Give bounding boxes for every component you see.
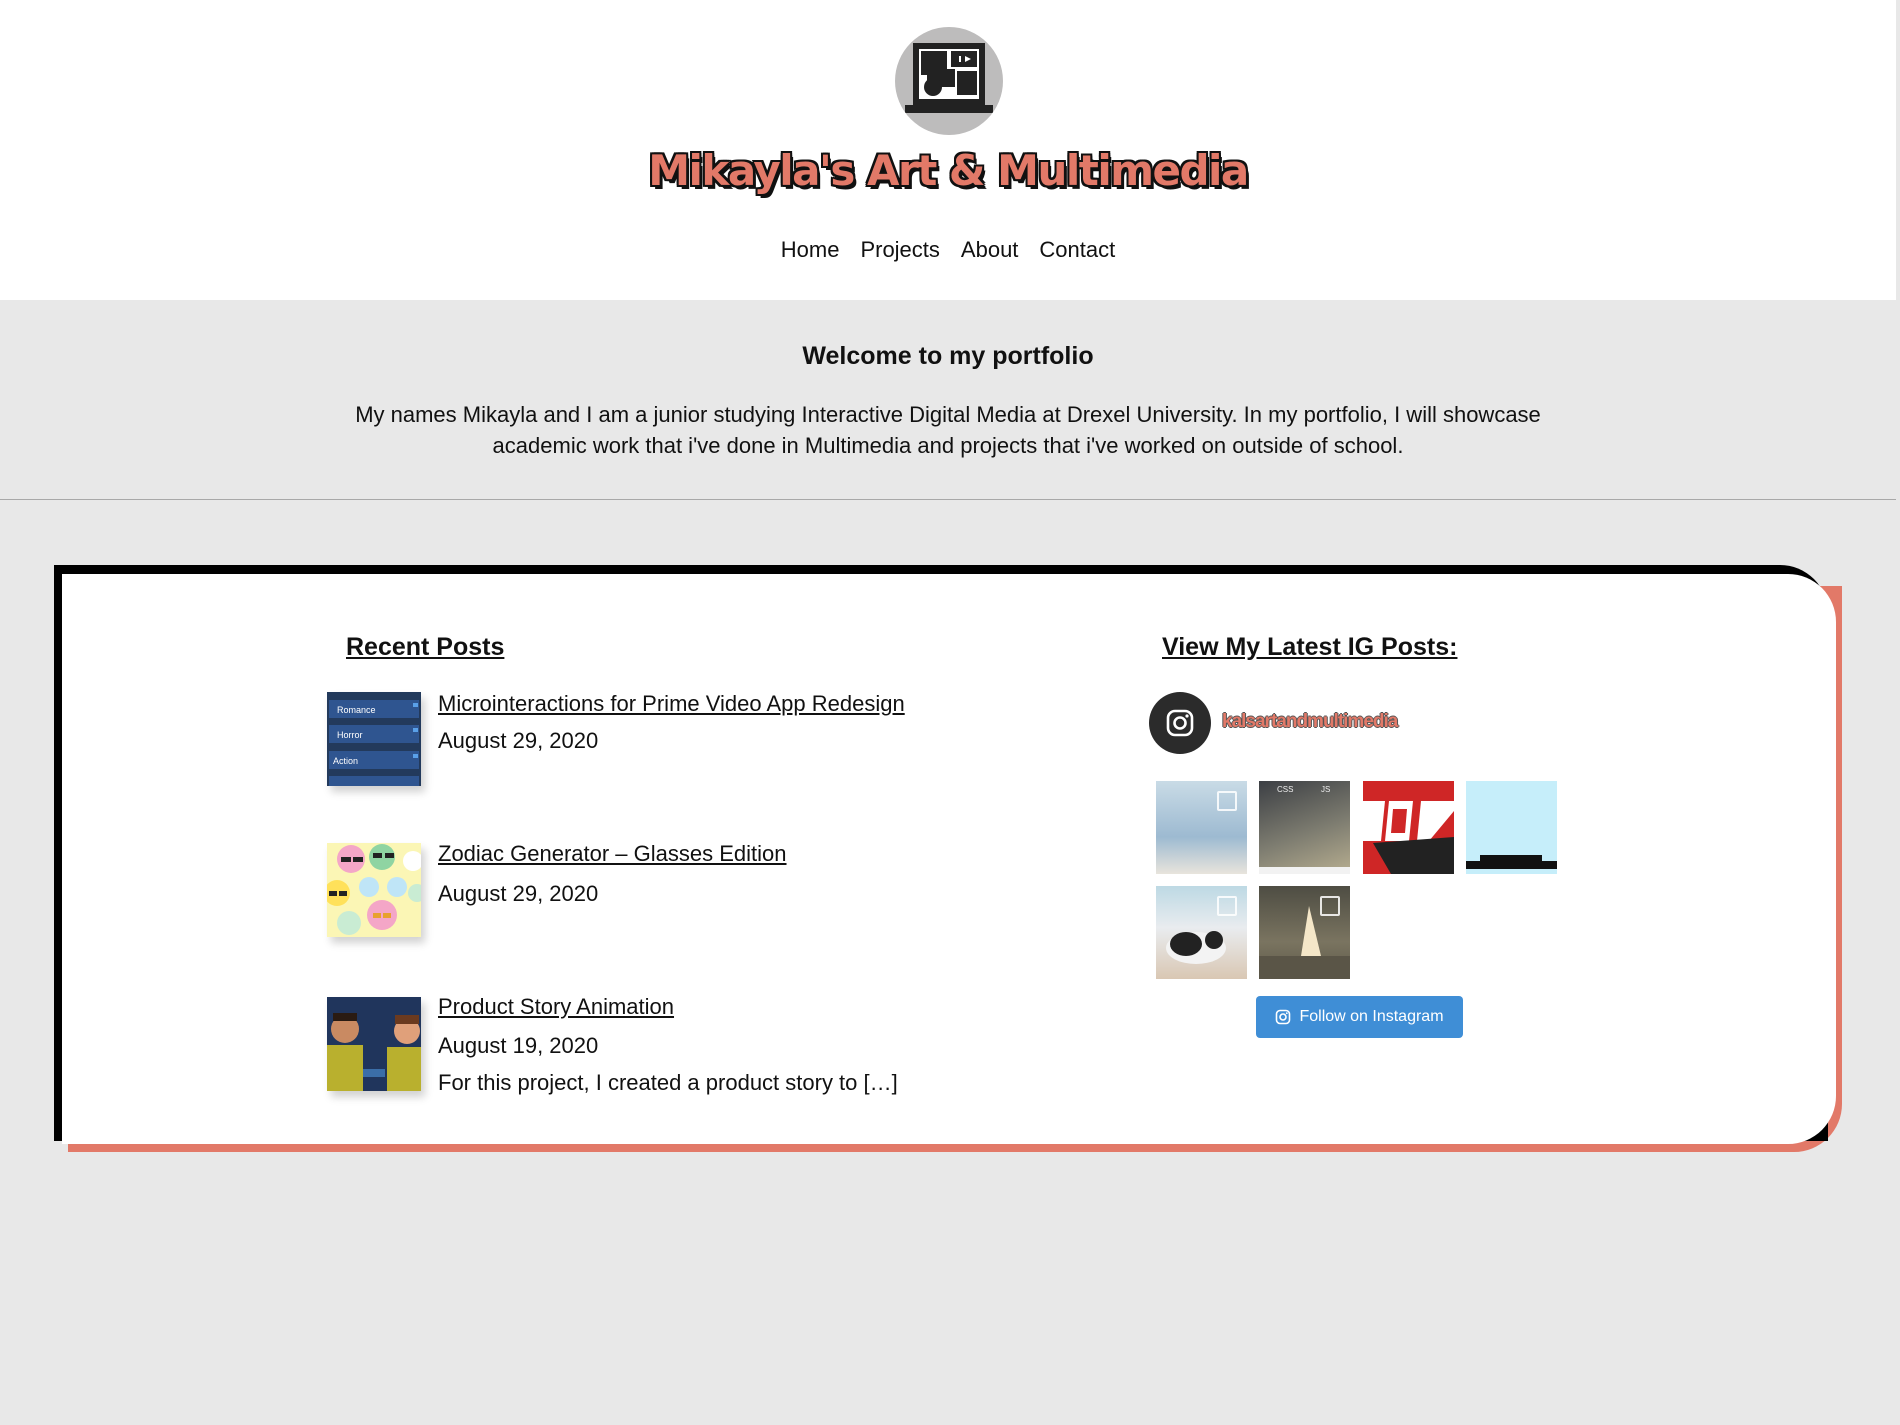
instagram-icon	[1276, 1009, 1291, 1025]
instagram-post-thumbnail[interactable]	[1259, 886, 1350, 979]
tile-label-css: CSS	[1277, 785, 1293, 794]
follow-instagram-button[interactable]: Follow on Instagram	[1256, 996, 1463, 1038]
nav-contact[interactable]: Contact	[1039, 237, 1115, 263]
multi-image-icon	[1320, 896, 1340, 916]
main-nav: Home Projects About Contact	[0, 237, 1896, 263]
thumb-label-romance: Romance	[337, 705, 376, 715]
post-date: August 29, 2020	[438, 881, 599, 906]
nav-home[interactable]: Home	[781, 237, 840, 263]
nav-projects[interactable]: Projects	[860, 237, 939, 263]
multi-image-icon	[1217, 896, 1237, 916]
recent-posts-heading: Recent Posts	[346, 633, 505, 661]
site-title[interactable]: Mikayla's Art & Multimedia	[0, 146, 1896, 195]
follow-button-label: Follow on Instagram	[1299, 1008, 1444, 1025]
intro-text: My names Mikayla and I am a junior study…	[355, 402, 1541, 458]
intro-heading: Welcome to my portfolio	[802, 342, 1094, 370]
post-date: August 29, 2020	[438, 728, 599, 753]
instagram-heading: View My Latest IG Posts:	[1162, 633, 1458, 661]
post-thumbnail[interactable]	[327, 997, 421, 1091]
post-date: August 19, 2020	[438, 1033, 599, 1058]
instagram-post-thumbnail[interactable]	[1363, 781, 1454, 874]
instagram-post-thumbnail[interactable]: CSS JS	[1259, 781, 1350, 874]
instagram-avatar[interactable]	[1149, 692, 1211, 754]
instagram-handle[interactable]: kalsartandmultimedia	[1222, 711, 1398, 733]
post-excerpt: For this project, I created a product st…	[438, 1070, 898, 1095]
multi-image-icon	[1217, 791, 1237, 811]
instagram-icon	[1166, 709, 1194, 737]
site-logo[interactable]	[895, 27, 1003, 135]
section-divider	[0, 499, 1896, 500]
instagram-post-thumbnail[interactable]	[1466, 781, 1557, 874]
site-header: Mikayla's Art & Multimedia Home Projects…	[0, 0, 1896, 300]
thumb-label-horror: Horror	[337, 730, 363, 740]
post-title-link[interactable]: Product Story Animation	[438, 994, 674, 1020]
thumb-label-action: Action	[333, 756, 358, 766]
instagram-post-thumbnail[interactable]	[1156, 886, 1247, 979]
post-thumbnail[interactable]	[327, 843, 421, 937]
nav-about[interactable]: About	[961, 237, 1019, 263]
post-title-link[interactable]: Microinteractions for Prime Video App Re…	[438, 691, 905, 717]
instagram-post-thumbnail[interactable]	[1156, 781, 1247, 874]
post-title-link[interactable]: Zodiac Generator – Glasses Edition	[438, 841, 787, 867]
post-thumbnail[interactable]: Romance Horror Action	[327, 692, 421, 786]
tile-label-js: JS	[1321, 785, 1330, 794]
